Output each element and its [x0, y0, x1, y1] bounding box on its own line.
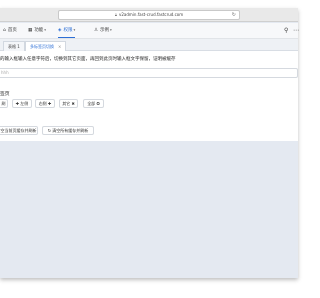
- chevron-down-icon: ▾: [44, 28, 47, 32]
- user-icon: ♙: [94, 28, 99, 33]
- shield-icon: ◈: [58, 28, 62, 33]
- more-icon[interactable]: ⋯: [293, 23, 299, 38]
- close-right-button[interactable]: 右侧 ✚: [35, 99, 55, 108]
- cache-test-input[interactable]: hhh: [0, 68, 298, 78]
- tab-table-1[interactable]: 表格 1: [3, 41, 25, 51]
- browser-titlebar: 🔒︎ v2admin.fast-crud.fastcrud.com ↻: [0, 8, 298, 22]
- nav-item-examples[interactable]: ♙ 示例▾: [94, 23, 112, 38]
- main-content: 的输入框输入任意字符后，切换到其它页面，再回到此页时输入框文字保留，证明被缓存 …: [0, 51, 298, 278]
- page-description: 的输入框输入任意字符后，切换到其它页面，再回到此页时输入框文字保留，证明被缓存: [0, 57, 176, 62]
- url-text: v2admin.fast-crud.fastcrud.com: [119, 12, 184, 17]
- nav-item-home[interactable]: ⌂ 首页: [3, 23, 17, 38]
- home-icon: ⌂: [3, 28, 6, 33]
- clear-current-cache-button[interactable]: 空当前页缓存并刷新: [0, 126, 38, 135]
- content-panel: 的输入框输入任意字符后，切换到其它页面，再回到此页时输入框文字保留，证明被缓存 …: [0, 51, 298, 141]
- nav-item-features[interactable]: ▦ 功能▾: [28, 23, 46, 38]
- nav-item-label: 示例: [100, 28, 110, 33]
- address-bar[interactable]: 🔒︎ v2admin.fast-crud.fastcrud.com ↻: [58, 10, 240, 20]
- tab-label: 多标签页切换: [30, 44, 54, 49]
- refresh-tab-button[interactable]: 刷: [0, 99, 8, 108]
- nav-item-label: 功能: [34, 28, 44, 33]
- top-navbar: ⌂ 首页 ▦ 功能▾ ◈ 权限▾ ♙ 示例▾ ⚲ ⋯: [0, 23, 299, 39]
- refresh-icon[interactable]: ↻: [232, 11, 236, 19]
- nav-item-label: 权限: [63, 28, 73, 33]
- lock-icon: 🔒︎: [114, 12, 118, 17]
- nav-item-label: 首页: [7, 28, 17, 33]
- search-icon[interactable]: ⚲: [284, 23, 288, 38]
- close-all-button[interactable]: 全部 ✪: [83, 99, 104, 108]
- chevron-down-icon: ▾: [73, 28, 76, 32]
- chevron-down-icon: ▾: [110, 28, 112, 32]
- tab-multi-tab-switch[interactable]: 多标签页切换 ×: [25, 41, 67, 51]
- close-icon[interactable]: ×: [58, 44, 61, 49]
- tab-label: 表格 1: [8, 44, 20, 49]
- close-left-button[interactable]: ✚ 左侧: [12, 99, 32, 108]
- page-tabs: 表格 1 多标签页切换 ×: [0, 39, 298, 51]
- browser-window: 🔒︎ v2admin.fast-crud.fastcrud.com ↻ ⌂ 首页 ▦…: [0, 8, 299, 278]
- nav-item-permissions[interactable]: ◈ 权限▾: [58, 23, 76, 38]
- grid-icon: ▦: [28, 28, 33, 33]
- clear-all-cache-button[interactable]: ↻ 清空所有缓存并刷新: [42, 126, 94, 135]
- section-title: 签页: [0, 92, 10, 97]
- close-others-button[interactable]: 其它 ✖: [59, 99, 78, 108]
